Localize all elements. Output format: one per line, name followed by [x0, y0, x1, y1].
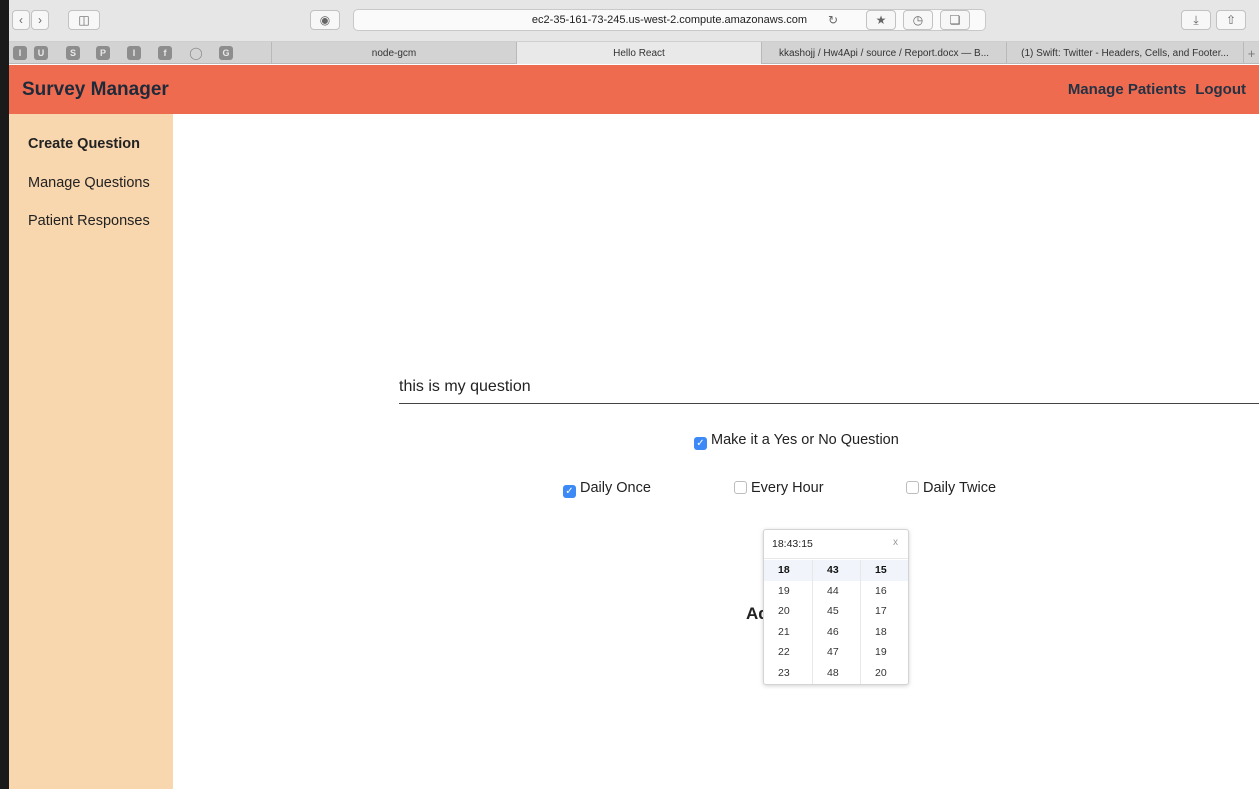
browser-toolbar: ‹ › ◫ ◉ ec2-35-161-73-245.us-west-2.comp… — [9, 0, 1259, 42]
every-hour-label: Every Hour — [751, 480, 824, 496]
hour-option[interactable]: 21 — [764, 622, 812, 643]
browser-window: ‹ › ◫ ◉ ec2-35-161-73-245.us-west-2.comp… — [0, 0, 1259, 789]
close-icon[interactable]: x — [893, 537, 898, 548]
sidebar-toggle-icon[interactable]: ◫ — [68, 10, 100, 30]
bookmark-item[interactable]: G — [219, 46, 233, 60]
daily-twice-checkbox[interactable] — [906, 481, 919, 494]
yes-no-checkbox[interactable]: ✓ — [694, 437, 707, 450]
hour-option[interactable]: 20 — [764, 601, 812, 622]
reload-icon[interactable]: ↻ — [823, 10, 843, 30]
share-icon[interactable]: ⇧ — [1216, 10, 1246, 30]
yes-no-label: Make it a Yes or No Question — [711, 432, 899, 448]
nav-logout[interactable]: Logout — [1195, 81, 1246, 98]
second-option[interactable]: 16 — [861, 581, 908, 602]
url-text: ec2-35-161-73-245.us-west-2.compute.amaz… — [531, 14, 808, 26]
bookmark-item[interactable]: I — [127, 46, 141, 60]
top-nav: Manage Patients Logout — [1068, 81, 1246, 98]
tab-label: kkashojj / Hw4Api / source / Report.docx… — [778, 47, 990, 59]
nav-manage-patients[interactable]: Manage Patients — [1068, 81, 1186, 98]
hours-column[interactable]: 18 19 20 21 22 23 — [764, 560, 812, 684]
bookmark-item[interactable]: S — [66, 46, 80, 60]
minute-option[interactable]: 44 — [813, 581, 860, 602]
tabs-overview-icon[interactable]: ❏ — [940, 10, 970, 30]
second-option[interactable]: 17 — [861, 601, 908, 622]
hour-option[interactable]: 18 — [764, 560, 812, 581]
time-picker: 18:43:15 x 18 19 20 21 22 23 43 44 45 46… — [763, 529, 909, 685]
minute-option[interactable]: 43 — [813, 560, 860, 581]
tab-label: (1) Swift: Twitter - Headers, Cells, and… — [1021, 47, 1229, 59]
hour-option[interactable]: 22 — [764, 642, 812, 663]
history-icon[interactable]: ◷ — [903, 10, 933, 30]
bookmark-icon[interactable]: ★ — [866, 10, 896, 30]
time-picker-header: 18:43:15 x — [764, 530, 908, 559]
time-picker-value[interactable]: 18:43:15 — [772, 538, 813, 550]
tab-label: Hello React — [613, 47, 665, 59]
sidebar-item-create-question[interactable]: Create Question — [28, 136, 140, 152]
bookmark-item[interactable]: U — [34, 46, 48, 60]
second-option[interactable]: 20 — [861, 663, 908, 684]
second-option[interactable]: 15 — [861, 560, 908, 581]
bookmark-item[interactable]: P — [96, 46, 110, 60]
bookmark-item[interactable]: f — [158, 46, 172, 60]
daily-once-label: Daily Once — [580, 480, 651, 496]
hour-option[interactable]: 23 — [764, 663, 812, 684]
question-input[interactable]: this is my question — [399, 376, 1259, 404]
sidebar-item-manage-questions[interactable]: Manage Questions — [28, 175, 150, 191]
tab-hello-react[interactable]: Hello React — [516, 42, 761, 64]
app-header: Survey Manager Manage Patients Logout — [9, 65, 1259, 114]
second-option[interactable]: 19 — [861, 642, 908, 663]
app-brand[interactable]: Survey Manager — [22, 79, 169, 101]
daily-twice-option[interactable]: Daily Twice — [906, 480, 996, 496]
shield-icon[interactable]: ◉ — [310, 10, 340, 30]
yes-no-option[interactable]: ✓ Make it a Yes or No Question — [694, 432, 899, 450]
minute-option[interactable]: 46 — [813, 622, 860, 643]
tab-node-gcm[interactable]: node-gcm — [271, 42, 516, 64]
tab-bar: I U S P I f ◯ G node-gcm Hello React kka… — [9, 42, 1259, 64]
tab-swift-twitter[interactable]: (1) Swift: Twitter - Headers, Cells, and… — [1006, 42, 1243, 64]
plus-icon: + — [1247, 45, 1256, 61]
second-option[interactable]: 18 — [861, 622, 908, 643]
hour-option[interactable]: 19 — [764, 581, 812, 602]
sidebar-item-patient-responses[interactable]: Patient Responses — [28, 213, 150, 229]
daily-once-option[interactable]: ✓ Daily Once — [563, 480, 651, 498]
github-icon[interactable]: ◯ — [189, 46, 203, 60]
question-text: this is my question — [399, 378, 531, 395]
minute-option[interactable]: 45 — [813, 601, 860, 622]
tab-label: node-gcm — [371, 47, 417, 59]
every-hour-checkbox[interactable] — [734, 481, 747, 494]
forward-icon[interactable]: › — [31, 10, 49, 30]
main-content: this is my question ✓ Make it a Yes or No… — [173, 114, 1259, 789]
back-icon[interactable]: ‹ — [12, 10, 30, 30]
daily-once-checkbox[interactable]: ✓ — [563, 485, 576, 498]
sidebar: Create Question Manage Questions Patient… — [9, 114, 173, 789]
seconds-column[interactable]: 15 16 17 18 19 20 — [860, 560, 908, 684]
new-tab-button[interactable]: + — [1243, 42, 1259, 64]
download-icon[interactable]: ⤓ — [1181, 10, 1211, 30]
bookmark-item[interactable]: I — [13, 46, 27, 60]
minute-option[interactable]: 48 — [813, 663, 860, 684]
every-hour-option[interactable]: Every Hour — [734, 480, 824, 496]
tab-report-docx[interactable]: kkashojj / Hw4Api / source / Report.docx… — [761, 42, 1006, 64]
daily-twice-label: Daily Twice — [923, 480, 997, 496]
minute-option[interactable]: 47 — [813, 642, 860, 663]
minutes-column[interactable]: 43 44 45 46 47 48 — [812, 560, 860, 684]
